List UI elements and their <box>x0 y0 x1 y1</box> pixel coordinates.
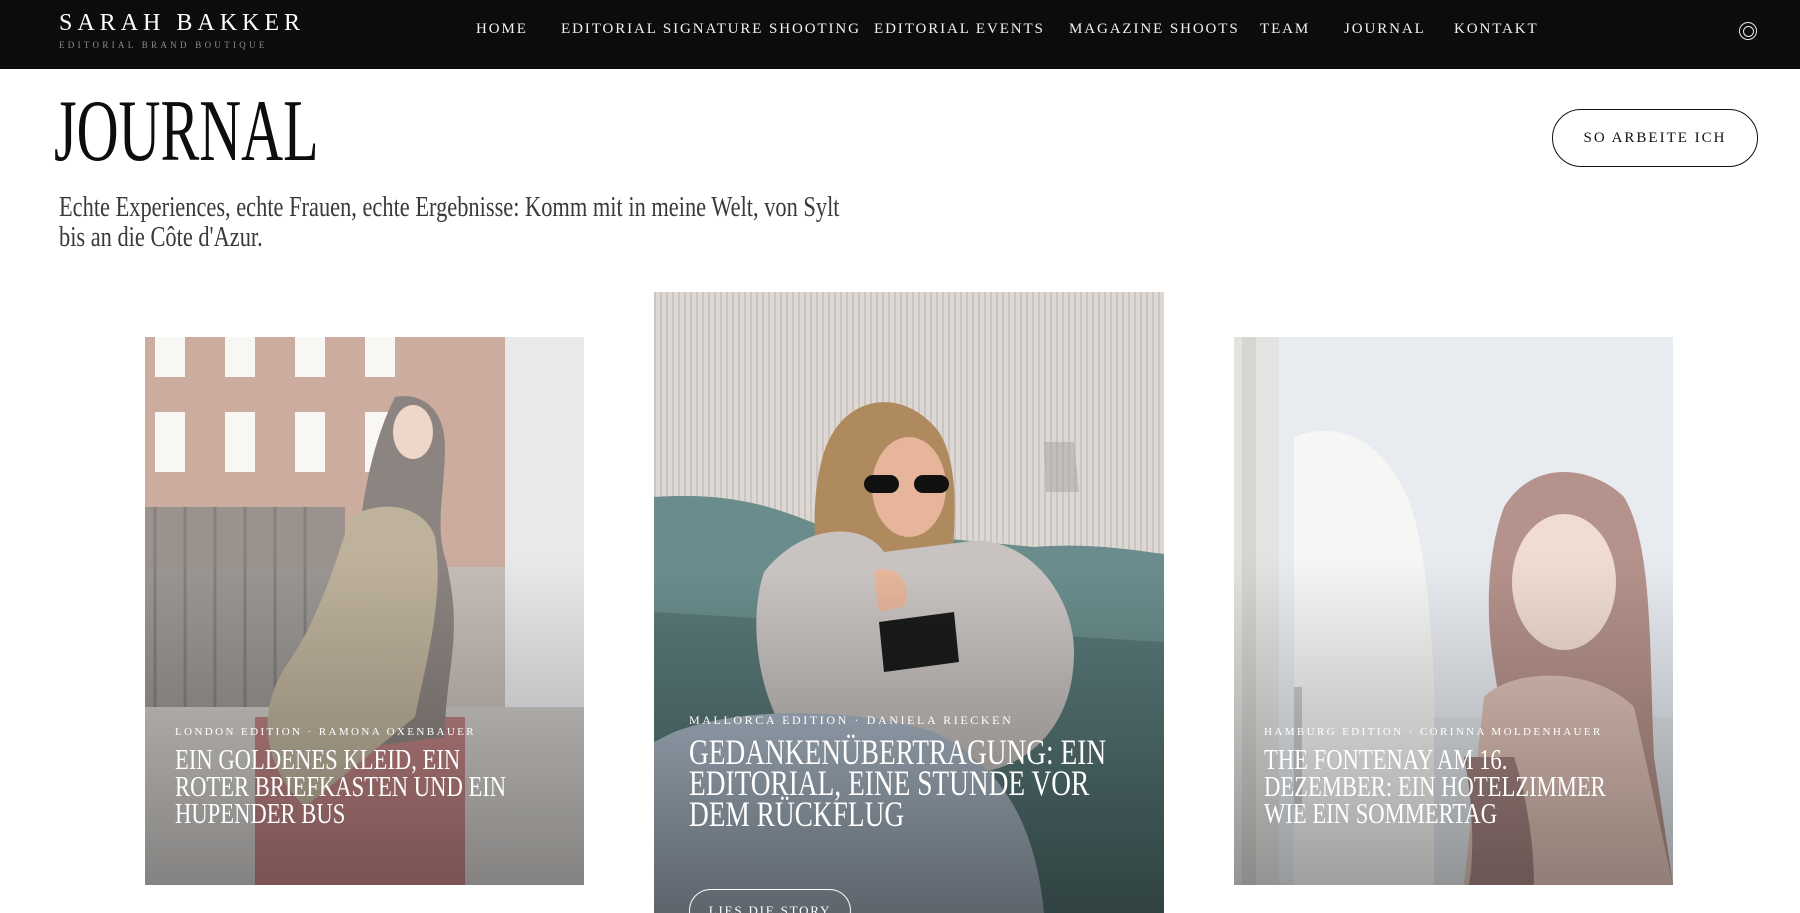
nav-item-team[interactable]: TEAM <box>1260 21 1310 38</box>
card-title[interactable]: THE FONTENAY AM 16. DEZEMBER: EIN HOTELZ… <box>1264 746 1623 829</box>
instagram-icon[interactable] <box>1739 22 1757 40</box>
how-i-work-button[interactable]: SO ARBEITE ICH <box>1552 109 1758 167</box>
journal-card-london[interactable]: LONDON EDITION · RAMONA OXENBAUER EIN GO… <box>145 337 584 885</box>
nav-item-editorial-signature-shooting[interactable]: EDITORIAL SIGNATURE SHOOTING <box>561 21 861 38</box>
card-title[interactable]: GEDANKENÜBERTRAGUNG: EIN EDITORIAL, EINE… <box>689 734 1115 832</box>
card-meta: MALLORCA EDITION · DANIELA RIECKEN <box>689 713 1014 727</box>
main-navigation: HOME EDITORIAL SIGNATURE SHOOTING EDITOR… <box>0 0 1800 62</box>
read-story-button[interactable]: LIES DIE STORY <box>689 889 851 913</box>
nav-item-magazine-shoots[interactable]: MAGAZINE SHOOTS <box>1069 21 1240 38</box>
card-meta: HAMBURG EDITION · CORINNA MOLDENHAUER <box>1264 726 1603 738</box>
journal-card-mallorca[interactable]: MALLORCA EDITION · DANIELA RIECKEN GEDAN… <box>654 292 1164 913</box>
card-meta: LONDON EDITION · RAMONA OXENBAUER <box>175 726 477 738</box>
nav-item-journal[interactable]: JOURNAL <box>1344 21 1426 38</box>
nav-item-home[interactable]: HOME <box>476 21 528 38</box>
nav-item-editorial-events[interactable]: EDITORIAL EVENTS <box>874 21 1045 38</box>
nav-item-kontakt[interactable]: KONTAKT <box>1454 21 1539 38</box>
page-intro: Echte Experiences, echte Frauen, echte E… <box>59 192 840 253</box>
journal-card-hamburg[interactable]: HAMBURG EDITION · CORINNA MOLDENHAUER TH… <box>1234 337 1673 885</box>
card-title[interactable]: EIN GOLDENES KLEID, EIN ROTER BRIEFKASTE… <box>175 746 510 829</box>
site-header: SARAH BAKKER EDITORIAL BRAND BOUTIQUE HO… <box>0 0 1800 69</box>
page-title: JOURNAL <box>54 83 319 180</box>
